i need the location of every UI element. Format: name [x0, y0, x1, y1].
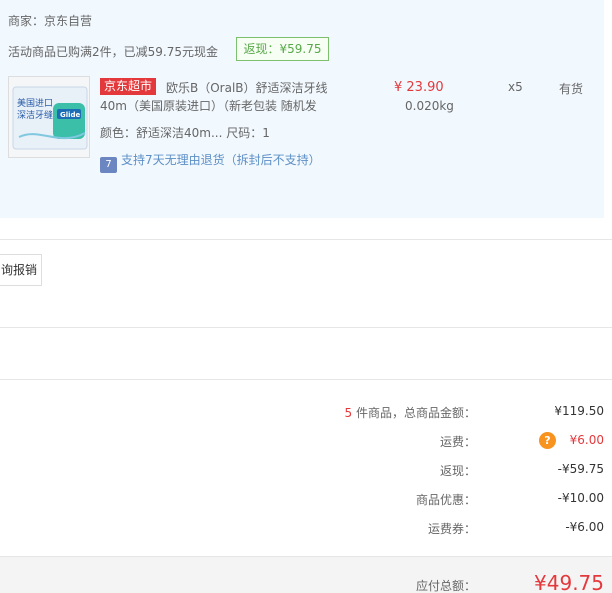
- product-title-link[interactable]: 欧乐B（OralB）舒适深洁牙线: [166, 79, 336, 97]
- discount-amount: -¥10.00: [557, 491, 604, 505]
- return-policy-link[interactable]: 7 支持7天无理由退货（拆封后不支持）: [100, 151, 321, 173]
- order-item-panel: 商家：京东自营 活动商品已购满2件，已减59.75元现金 返现：¥59.75 美…: [0, 0, 604, 218]
- discount-label: 商品优惠：: [415, 493, 476, 507]
- items-total-amount: ¥119.50: [554, 404, 604, 418]
- store-tag: 京东超市: [100, 78, 157, 95]
- product-variant: 颜色：舒适深洁40m... 尺码：1: [100, 126, 270, 140]
- freight-help-icon[interactable]: ?: [539, 432, 556, 449]
- thumb-brand: Glide: [60, 111, 81, 119]
- return-policy-icon: 7: [100, 157, 117, 173]
- summary-coupon-row: 运费券： -¥6.00: [0, 520, 612, 540]
- divider: [0, 239, 612, 240]
- seller-label: 商家：京东自营: [8, 14, 93, 28]
- freight-label: 运费：: [439, 435, 476, 449]
- divider: [0, 379, 612, 380]
- summary-rebate-row: 返现： -¥59.75: [0, 462, 612, 482]
- summary-items-row: 5 件商品，总商品金额： ¥119.50: [0, 404, 612, 424]
- freight-amount: ¥6.00: [569, 433, 604, 447]
- divider: [0, 327, 612, 328]
- rebate-badge: 返现：¥59.75: [236, 37, 329, 61]
- reimburse-button[interactable]: 询报销: [0, 254, 42, 286]
- thumb-text-1: 美国进口: [17, 97, 53, 109]
- product-quantity: x5: [508, 80, 523, 94]
- rebate-amount: -¥59.75: [557, 462, 604, 476]
- total-panel: 应付总额： ¥49.75: [0, 556, 612, 593]
- product-weight: 0.020kg: [405, 99, 454, 113]
- freight-coupon-label: 运费券：: [427, 522, 476, 536]
- unit-price: ¥ 23.90: [394, 80, 444, 95]
- items-total-label: 5 件商品，总商品金额：: [345, 404, 476, 421]
- product-thumbnail[interactable]: 美国进口 深洁牙缝 Glide: [8, 76, 90, 158]
- product-title-link-line2[interactable]: 40m（美国原装进口）（新老包装 随机发: [100, 97, 340, 115]
- freight-coupon-amount: -¥6.00: [565, 520, 604, 534]
- thumb-text-2: 深洁牙缝: [17, 109, 53, 121]
- floss-package-image: 美国进口 深洁牙缝 Glide: [9, 77, 89, 157]
- promotion-text: 活动商品已购满2件，已减59.75元现金: [8, 45, 218, 59]
- total-label: 应付总额：: [415, 579, 476, 593]
- items-label-text: 件商品，总商品金额：: [352, 406, 476, 420]
- rebate-label: 返现：: [439, 464, 476, 478]
- return-policy-text: 支持7天无理由退货（拆封后不支持）: [121, 153, 321, 167]
- stock-status: 有货: [559, 82, 584, 96]
- summary-discount-row: 商品优惠： -¥10.00: [0, 491, 612, 511]
- total-amount: ¥49.75: [534, 571, 604, 593]
- summary-freight-row: 运费： ? ¥6.00: [0, 432, 612, 453]
